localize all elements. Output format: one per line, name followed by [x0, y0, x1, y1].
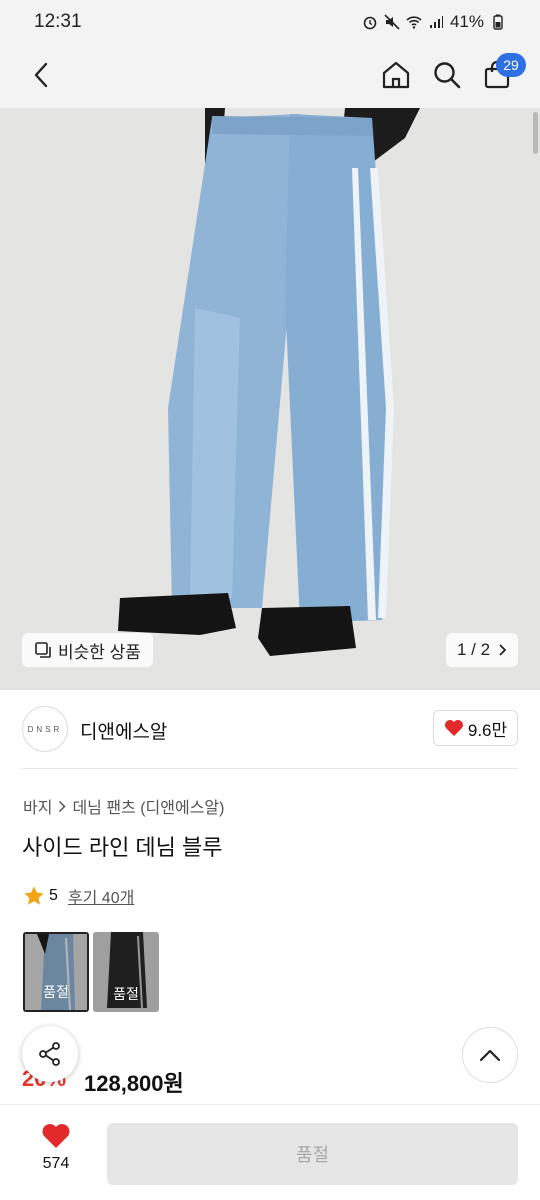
sold-out-label: 품절 [93, 932, 159, 1012]
search-button[interactable] [428, 56, 466, 94]
scroll-top-button[interactable] [462, 1027, 518, 1083]
similar-label: 비슷한 상품 [58, 642, 141, 662]
sale-price: 128,800원 [84, 1071, 184, 1096]
brand-row[interactable]: DNSR 디앤에스알 9.6만 [0, 690, 540, 768]
back-button[interactable] [26, 58, 56, 92]
brand-name[interactable]: 디앤에스알 [80, 717, 167, 744]
status-time: 12:31 [34, 11, 82, 32]
wishlist-count: 574 [42, 1155, 70, 1172]
image-scrollbar[interactable] [533, 112, 538, 154]
bottom-action-bar: 574 품절 [0, 1104, 540, 1200]
section-divider [22, 768, 518, 769]
sold-out-label: 품절 [25, 934, 87, 1010]
top-nav [0, 44, 540, 108]
copy-icon [35, 642, 51, 658]
brand-like-count: 9.6만 [467, 720, 508, 740]
search-icon [434, 62, 461, 89]
chevron-left-icon [34, 62, 48, 88]
rating-row: 5 후기 40개 [23, 884, 134, 908]
chevron-right-icon [499, 644, 507, 656]
battery-icon [493, 14, 503, 30]
heart-icon [42, 1124, 70, 1148]
jeans-photo [0, 108, 540, 690]
breadcrumb-category[interactable]: 바지 [23, 794, 52, 818]
sold-out-button[interactable]: 품절 [107, 1123, 518, 1185]
brand-like-button[interactable]: 9.6만 [433, 710, 518, 746]
battery-percent: 41% [449, 12, 484, 31]
cart-count-badge: 29 [496, 53, 526, 77]
image-pager[interactable]: 1 / 2 [446, 633, 518, 667]
heart-icon [444, 720, 463, 736]
option-thumbnail-blue[interactable]: 품절 [23, 932, 89, 1012]
brand-logo-text: DNSR [27, 724, 63, 734]
breadcrumb-subcategory[interactable]: 데님 팬츠 (디앤에스알) [72, 794, 224, 818]
similar-products-button[interactable]: 비슷한 상품 [22, 633, 153, 667]
status-bar: 12:31 41% [0, 0, 540, 44]
home-button[interactable] [377, 56, 415, 94]
star-icon [24, 886, 44, 905]
chevron-up-icon [479, 1049, 501, 1062]
wifi-icon [406, 16, 422, 29]
breadcrumb: 바지 데님 팬츠 (디앤에스알) [23, 794, 224, 818]
page-indicator: 1 / 2 [456, 640, 491, 659]
brand-logo[interactable]: DNSR [22, 706, 68, 752]
mute-icon [384, 14, 400, 30]
product-title: 사이드 라인 데님 블루 [22, 835, 223, 860]
option-thumbnail-black[interactable]: 품절 [93, 932, 159, 1012]
share-button[interactable] [22, 1026, 78, 1082]
rating-score: 5 [49, 887, 58, 904]
review-link[interactable]: 후기 40개 [68, 884, 134, 908]
chevron-right-icon [59, 800, 67, 812]
alarm-icon [363, 16, 377, 30]
signal-icon [429, 16, 443, 28]
status-icons: 41% [362, 12, 506, 32]
wishlist-button[interactable]: 574 [28, 1123, 84, 1187]
home-icon [382, 61, 410, 89]
product-image[interactable] [0, 108, 540, 690]
share-icon [39, 1042, 60, 1066]
